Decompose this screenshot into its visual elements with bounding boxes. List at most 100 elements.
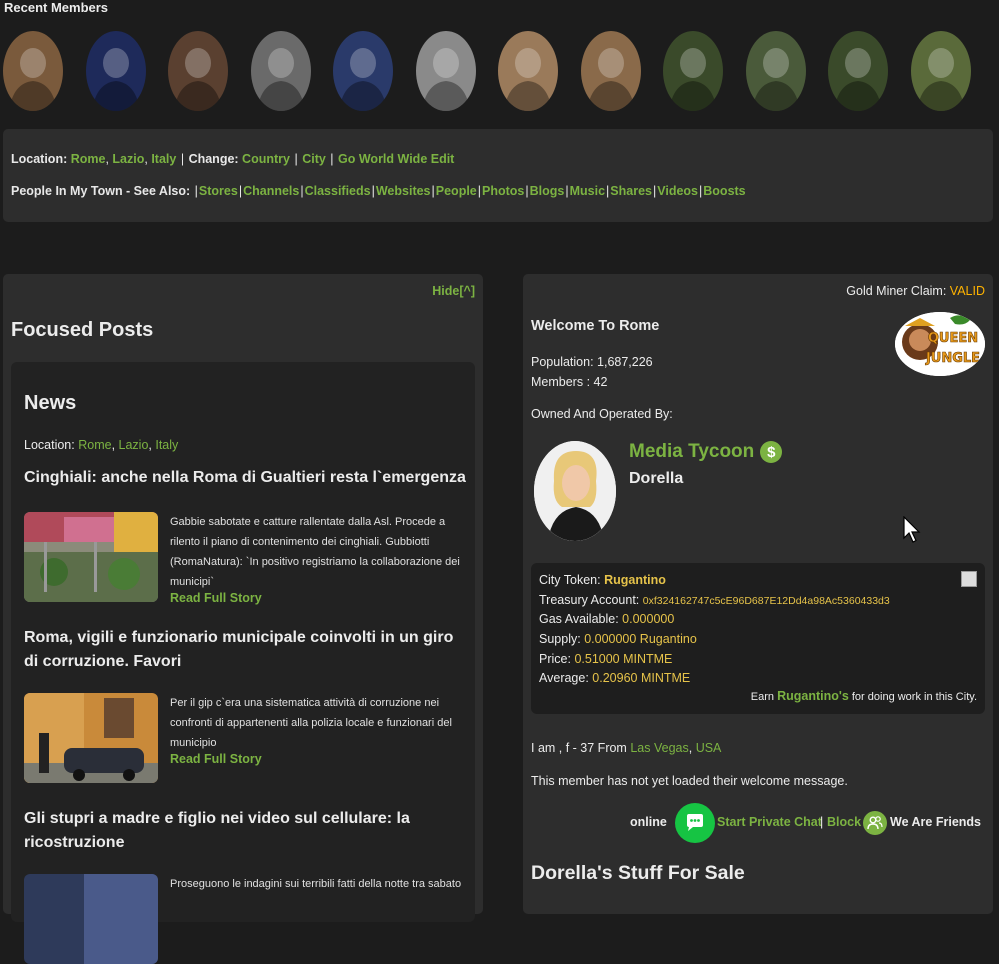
see-also-link-classifieds[interactable]: Classifieds bbox=[305, 184, 371, 198]
member-city-link[interactable]: Las Vegas bbox=[630, 741, 688, 755]
average-line: Average: 0.20960 MINTME bbox=[539, 671, 690, 685]
gas-line: Gas Available: 0.000000 bbox=[539, 612, 674, 626]
supply-line: Supply: 0.000000 Rugantino bbox=[539, 632, 697, 646]
news-location-label: Location: bbox=[24, 438, 75, 452]
earn-line: Earn Rugantino's for doing work in this … bbox=[751, 689, 977, 703]
story-title-2[interactable]: Roma, vigili e funzionario municipale co… bbox=[24, 626, 469, 674]
we-are-friends-label: We Are Friends bbox=[890, 815, 981, 829]
mouse-cursor-icon bbox=[903, 516, 921, 543]
price-line: Price: 0.51000 MINTME bbox=[539, 652, 672, 666]
chat-bubble-icon bbox=[687, 814, 703, 831]
city-token-label: City Token: bbox=[539, 573, 601, 587]
earn-token-link[interactable]: Rugantino's bbox=[777, 689, 849, 703]
story-thumbnail-1[interactable] bbox=[24, 512, 158, 602]
story-text-3: Proseguono le indagini sui terribili fat… bbox=[170, 878, 462, 890]
member-avatar-9[interactable] bbox=[663, 31, 723, 111]
member-bio-prefix: I am , f - 37 From bbox=[531, 741, 627, 755]
read-full-story-link-2[interactable]: Read Full Story bbox=[170, 752, 262, 766]
supply-value: 0.000000 Rugantino bbox=[584, 632, 697, 646]
story-image-1 bbox=[24, 512, 158, 602]
story-title-1[interactable]: Cinghiali: anche nella Roma di Gualtieri… bbox=[24, 466, 469, 490]
see-also-link-photos[interactable]: Photos bbox=[482, 184, 524, 198]
logo-text-jungle: JUNGLE bbox=[925, 351, 980, 366]
avatar-image bbox=[746, 31, 806, 111]
city-token-link[interactable]: Rugantino bbox=[604, 573, 666, 587]
owner-title: Media Tycoon $ bbox=[629, 441, 783, 463]
go-world-wide-link[interactable]: Go World Wide Edit bbox=[338, 152, 454, 166]
users-icon bbox=[867, 816, 883, 830]
focused-posts-panel: Hide[^] Focused Posts News Location: Rom… bbox=[3, 274, 483, 964]
story-image-3 bbox=[24, 874, 158, 964]
gold-miner-status: VALID bbox=[949, 284, 985, 298]
member-avatar-4[interactable] bbox=[251, 31, 311, 111]
member-avatar-8[interactable] bbox=[581, 31, 641, 111]
story-thumbnail-3[interactable] bbox=[24, 874, 158, 964]
population: Population: 1,687,226 bbox=[531, 355, 653, 369]
member-avatar-10[interactable] bbox=[746, 31, 806, 111]
logo-text-queen: QUEEN bbox=[928, 331, 978, 346]
city-info-panel: Gold Miner Claim: VALID Welcome To Rome … bbox=[523, 274, 993, 914]
see-also-link-channels[interactable]: Channels bbox=[243, 184, 299, 198]
owner-photo-image bbox=[534, 441, 616, 541]
separator: | bbox=[820, 815, 824, 829]
see-also-link-websites[interactable]: Websites bbox=[376, 184, 431, 198]
location-region-link[interactable]: Lazio bbox=[112, 152, 144, 166]
see-also-link-stores[interactable]: Stores bbox=[199, 184, 238, 198]
avatar-image bbox=[333, 31, 393, 111]
news-region-link[interactable]: Lazio bbox=[119, 438, 149, 452]
start-private-chat-link[interactable]: Start Private Chat bbox=[717, 815, 822, 829]
see-also-link-blogs[interactable]: Blogs bbox=[530, 184, 565, 198]
avatar-image bbox=[416, 31, 476, 111]
member-avatar-7[interactable] bbox=[498, 31, 558, 111]
member-actions: online Start Private Chat | Block We Are… bbox=[531, 803, 985, 843]
avatar-image bbox=[251, 31, 311, 111]
see-also-line: People In My Town - See Also: |Stores|Ch… bbox=[11, 184, 746, 198]
see-also-link-videos[interactable]: Videos bbox=[657, 184, 698, 198]
avatar-image bbox=[828, 31, 888, 111]
owned-by-label: Owned And Operated By: bbox=[531, 407, 673, 421]
avatar-image bbox=[498, 31, 558, 111]
member-bio-line: I am , f - 37 From Las Vegas, USA bbox=[531, 741, 722, 755]
average-value: 0.20960 MINTME bbox=[592, 671, 691, 685]
block-link[interactable]: Block bbox=[827, 815, 861, 829]
member-avatar-3[interactable] bbox=[168, 31, 228, 111]
recent-members-title: Recent Members bbox=[4, 0, 109, 15]
hide-button[interactable]: Hide[^] bbox=[432, 284, 475, 298]
chat-icon[interactable] bbox=[675, 803, 715, 843]
member-avatar-1[interactable] bbox=[3, 31, 63, 111]
queen-of-jungle-logo[interactable]: QUEEN JUNGLE bbox=[895, 312, 985, 376]
see-also-link-music[interactable]: Music bbox=[570, 184, 605, 198]
read-full-story-link-1[interactable]: Read Full Story bbox=[170, 591, 262, 605]
price-label: Price: bbox=[539, 652, 571, 666]
story-text-1: Gabbie sabotate e catture rallentate dal… bbox=[170, 516, 460, 588]
member-avatar-12[interactable] bbox=[911, 31, 971, 111]
news-city-link[interactable]: Rome bbox=[78, 438, 111, 452]
member-avatar-6[interactable] bbox=[416, 31, 476, 111]
location-line: Location: Rome, Lazio, Italy | Change: C… bbox=[11, 152, 455, 166]
story-thumbnail-2[interactable] bbox=[24, 693, 158, 783]
location-panel: Location: Rome, Lazio, Italy | Change: C… bbox=[3, 129, 993, 222]
online-status: online bbox=[630, 815, 667, 829]
treasury-label: Treasury Account: bbox=[539, 593, 640, 607]
change-city-link[interactable]: City bbox=[302, 152, 326, 166]
see-also-link-shares[interactable]: Shares bbox=[610, 184, 652, 198]
owner-name[interactable]: Dorella bbox=[629, 470, 683, 488]
location-country-link[interactable]: Italy bbox=[151, 152, 176, 166]
change-country-link[interactable]: Country bbox=[242, 152, 290, 166]
location-label: Location: bbox=[11, 152, 68, 166]
see-also-link-boosts[interactable]: Boosts bbox=[703, 184, 745, 198]
friends-icon[interactable] bbox=[863, 811, 887, 835]
story-title-3[interactable]: Gli stupri a madre e figlio nei video su… bbox=[24, 807, 469, 855]
news-location: Location: Rome, Lazio, Italy bbox=[24, 438, 179, 452]
treasury-address[interactable]: 0xf324162747c5cE96D687E12Dd4a98Ac5360433… bbox=[643, 595, 890, 607]
member-avatar-11[interactable] bbox=[828, 31, 888, 111]
see-also-link-people[interactable]: People bbox=[436, 184, 477, 198]
member-avatar-2[interactable] bbox=[86, 31, 146, 111]
member-avatar-5[interactable] bbox=[333, 31, 393, 111]
owner-avatar[interactable] bbox=[534, 441, 616, 541]
news-country-link[interactable]: Italy bbox=[155, 438, 178, 452]
gold-miner-claim: Gold Miner Claim: VALID bbox=[846, 284, 985, 298]
member-country-link[interactable]: USA bbox=[696, 741, 722, 755]
news-title: News bbox=[24, 392, 77, 414]
location-city-link[interactable]: Rome bbox=[71, 152, 106, 166]
